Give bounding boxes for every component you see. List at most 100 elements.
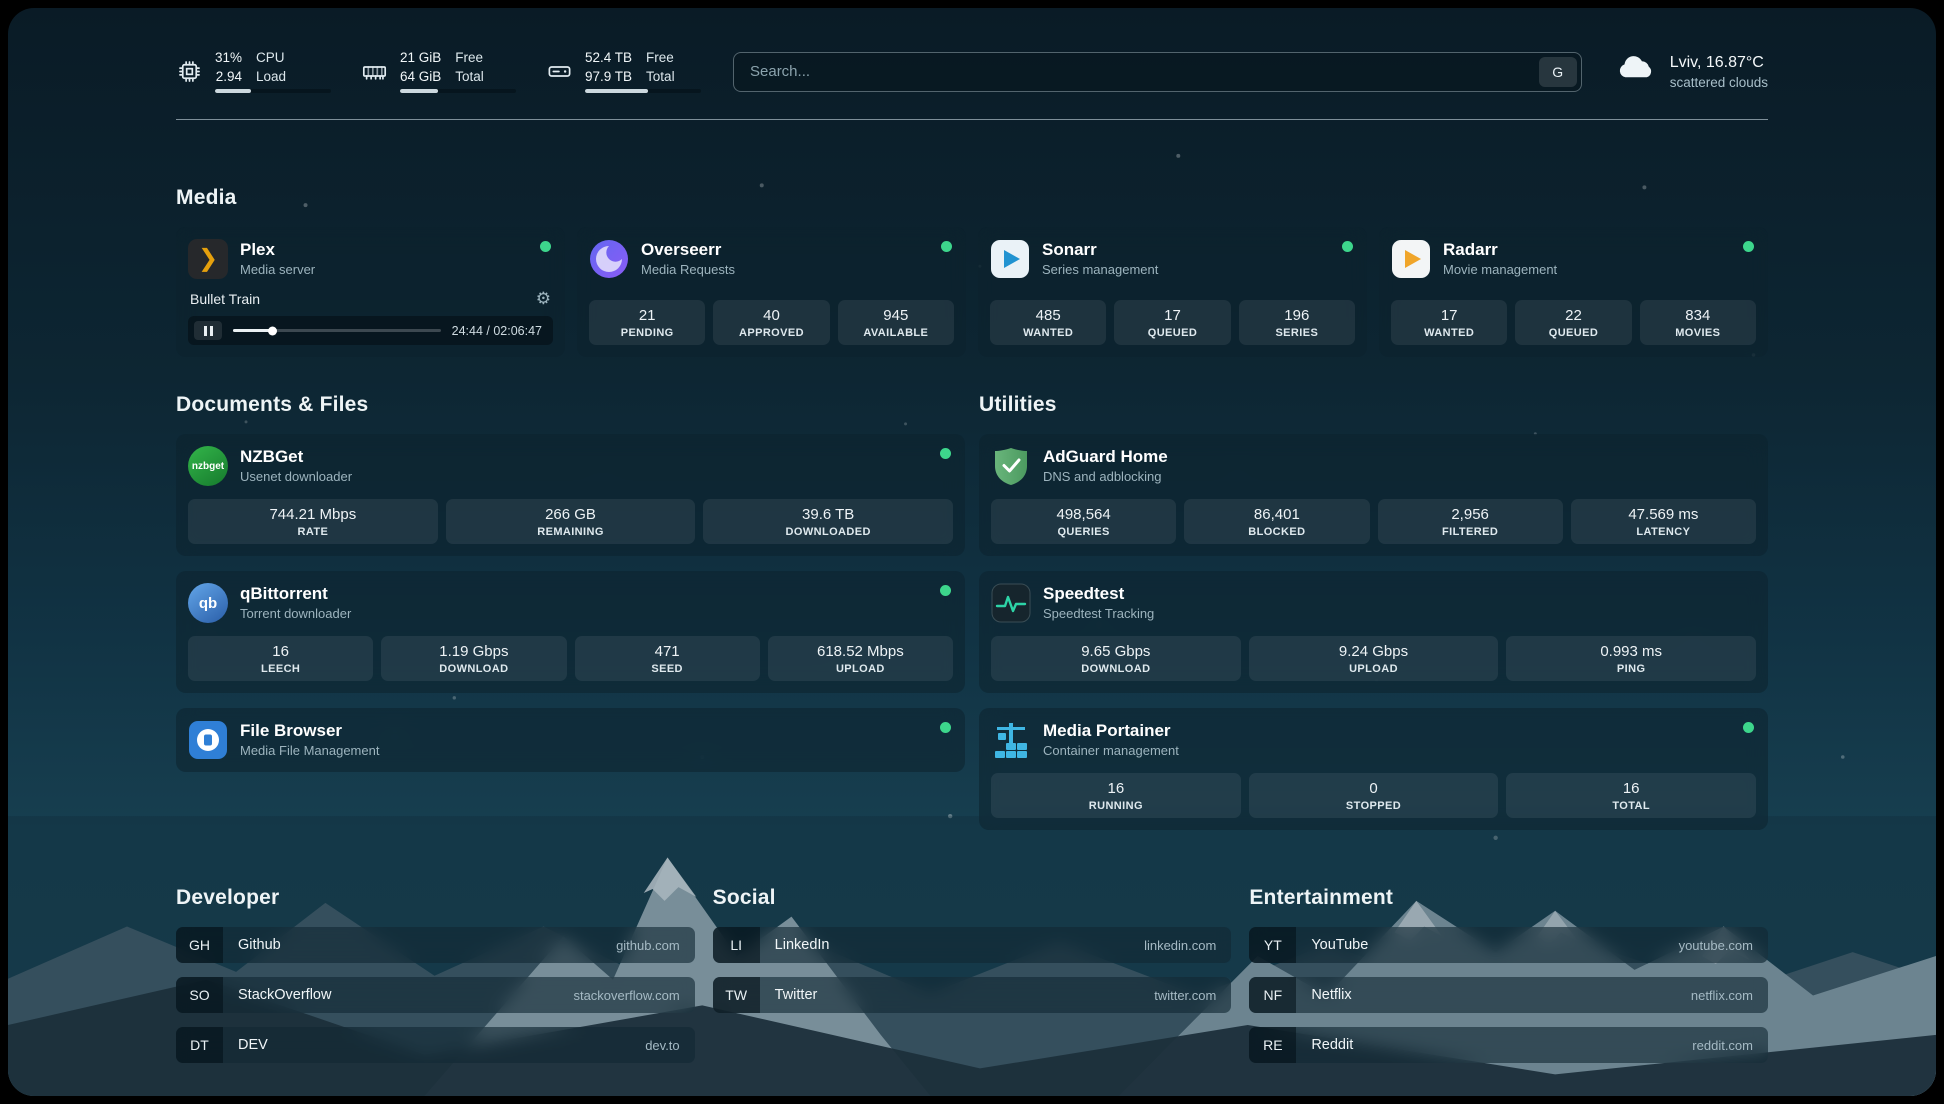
memory-free-value: 21 GiB bbox=[400, 50, 441, 66]
service-desc: Torrent downloader bbox=[240, 606, 351, 621]
cpu-load-value: 2.94 bbox=[216, 69, 242, 85]
service-stats: 17WANTED22QUEUED834MOVIES bbox=[1391, 287, 1756, 345]
pause-button[interactable] bbox=[194, 321, 222, 340]
service-card-overseerr[interactable]: Overseerr Media Requests 21PENDING40APPR… bbox=[577, 227, 966, 357]
stat-label: REMAINING bbox=[450, 526, 692, 538]
section-media: Media ❯ Plex Media server Bullet Train ⚙ bbox=[176, 186, 1768, 357]
stat-box: 40APPROVED bbox=[713, 300, 829, 345]
disk-free-value: 52.4 TB bbox=[585, 50, 632, 66]
service-name: Plex bbox=[240, 241, 315, 260]
service-stats: 21PENDING40APPROVED945AVAILABLE bbox=[589, 287, 954, 345]
stat-value: 485 bbox=[994, 307, 1102, 325]
stat-value: 0.993 ms bbox=[1510, 643, 1752, 661]
cpu-progress-track bbox=[215, 89, 331, 93]
search-provider-button[interactable]: G bbox=[1539, 57, 1577, 87]
bookmark-link[interactable]: TWTwittertwitter.com bbox=[713, 977, 1232, 1013]
service-desc: Series management bbox=[1042, 262, 1158, 277]
service-card-nzbget[interactable]: nzbget NZBGet Usenet downloader 744.21 M… bbox=[176, 434, 965, 556]
stat-box: 39.6 TBDOWNLOADED bbox=[703, 499, 953, 544]
service-desc: Media server bbox=[240, 262, 315, 277]
stat-value: 16 bbox=[1510, 780, 1752, 798]
service-name: Speedtest bbox=[1043, 585, 1154, 604]
disk-free-label: Free bbox=[646, 50, 675, 66]
bookmark-link[interactable]: NFNetflixnetflix.com bbox=[1249, 977, 1768, 1013]
bookmark-link[interactable]: YTYouTubeyoutube.com bbox=[1249, 927, 1768, 963]
stat-value: 16 bbox=[995, 780, 1237, 798]
service-name: AdGuard Home bbox=[1043, 448, 1168, 467]
playback-progress-track[interactable] bbox=[233, 329, 441, 332]
stat-box: 618.52 MbpsUPLOAD bbox=[768, 636, 953, 681]
service-desc: Usenet downloader bbox=[240, 469, 352, 484]
bookmark-link[interactable]: LILinkedInlinkedin.com bbox=[713, 927, 1232, 963]
memory-total-label: Total bbox=[455, 69, 484, 85]
stat-box: 266 GBREMAINING bbox=[446, 499, 696, 544]
status-online-dot bbox=[1743, 722, 1754, 733]
stat-label: TOTAL bbox=[1510, 800, 1752, 812]
playback-progress-handle[interactable] bbox=[268, 326, 277, 335]
speedtest-icon bbox=[991, 583, 1031, 623]
stat-box: 16 TOTAL bbox=[1506, 773, 1756, 818]
cpu-progress-fill bbox=[215, 89, 251, 93]
bookmark-name: DEV bbox=[238, 1037, 645, 1053]
service-card-sonarr[interactable]: Sonarr Series management 485WANTED 17 QUEU… bbox=[978, 227, 1367, 357]
cpu-load-label: Load bbox=[256, 69, 286, 85]
bookmark-list: LILinkedInlinkedin.com TWTwittertwitter.c… bbox=[713, 927, 1232, 1013]
disk-total-value: 97.9 TB bbox=[585, 69, 632, 85]
status-online-dot bbox=[540, 241, 551, 252]
stat-value: 498,564 bbox=[995, 506, 1172, 524]
stat-value: 744.21 Mbps bbox=[192, 506, 434, 524]
stat-label: SERIES bbox=[1243, 327, 1351, 339]
memory-progress-track bbox=[400, 89, 516, 93]
stat-box: 1.19 GbpsDOWNLOAD bbox=[381, 636, 566, 681]
stat-box: 485WANTED bbox=[990, 300, 1106, 345]
status-online-dot bbox=[1743, 241, 1754, 252]
stat-value: 17 bbox=[1118, 307, 1226, 325]
stat-label: LATENCY bbox=[1575, 526, 1752, 538]
service-card-filebrowser[interactable]: File Browser Media File Management bbox=[176, 708, 965, 772]
stat-box: 17WANTED bbox=[1391, 300, 1507, 345]
cpu-widget: 31% 2.94 CPU Load bbox=[176, 50, 331, 93]
status-online-dot bbox=[940, 722, 951, 733]
system-info-widgets: 31% 2.94 CPU Load bbox=[176, 50, 701, 93]
bookmark-link[interactable]: DTDEVdev.to bbox=[176, 1027, 695, 1063]
stat-box: 471SEED bbox=[575, 636, 760, 681]
service-name: Radarr bbox=[1443, 241, 1557, 260]
bookmark-link[interactable]: RERedditreddit.com bbox=[1249, 1027, 1768, 1063]
adguard-icon bbox=[991, 446, 1031, 486]
search-input[interactable] bbox=[733, 52, 1582, 92]
bookmark-url: linkedin.com bbox=[1144, 938, 1216, 953]
bookmark-abbr: DT bbox=[176, 1027, 223, 1063]
search-bar: G bbox=[733, 52, 1582, 92]
stat-box: 744.21 MbpsRATE bbox=[188, 499, 438, 544]
qbittorrent-icon: qb bbox=[188, 583, 228, 623]
service-card-radarr[interactable]: Radarr Movie management 17WANTED22QUEUED… bbox=[1379, 227, 1768, 357]
playback-time: 24:44 / 02:06:47 bbox=[452, 324, 542, 338]
portainer-icon bbox=[991, 720, 1031, 760]
stat-box: 9.24 GbpsUPLOAD bbox=[1249, 636, 1499, 681]
bookmark-group-social: Social LILinkedInlinkedin.comTWTwittertw… bbox=[713, 886, 1232, 1063]
bookmark-url: reddit.com bbox=[1692, 1038, 1753, 1053]
service-card-plex[interactable]: ❯ Plex Media server Bullet Train ⚙ bbox=[176, 227, 565, 357]
service-desc: Media File Management bbox=[240, 743, 379, 758]
weather-location: Lviv, 16.87°C bbox=[1670, 54, 1768, 72]
disk-icon bbox=[546, 58, 573, 85]
service-card-qbittorrent[interactable]: qb qBittorrent Torrent downloader 16LEEC… bbox=[176, 571, 965, 693]
stat-box: 16LEECH bbox=[188, 636, 373, 681]
service-card-speedtest[interactable]: Speedtest Speedtest Tracking 9.65 GbpsDO… bbox=[979, 571, 1768, 693]
stat-value: 834 bbox=[1644, 307, 1752, 325]
stat-value: 47.569 ms bbox=[1575, 506, 1752, 524]
service-card-adguard[interactable]: AdGuard Home DNS and adblocking 498,564Q… bbox=[979, 434, 1768, 556]
service-card-portainer[interactable]: Media Portainer Container management 16R… bbox=[979, 708, 1768, 830]
bookmark-url: twitter.com bbox=[1154, 988, 1216, 1003]
bookmark-link[interactable]: SOStackOverflowstackoverflow.com bbox=[176, 977, 695, 1013]
status-online-dot bbox=[940, 448, 951, 459]
stat-box: 47.569 ms LATENCY bbox=[1571, 499, 1756, 544]
stat-value: 618.52 Mbps bbox=[772, 643, 949, 661]
bookmark-link[interactable]: GHGithubgithub.com bbox=[176, 927, 695, 963]
gear-icon[interactable]: ⚙ bbox=[536, 290, 551, 307]
bookmark-name: Netflix bbox=[1311, 987, 1691, 1003]
stat-value: 22 bbox=[1519, 307, 1627, 325]
stat-label: MOVIES bbox=[1644, 327, 1752, 339]
service-name: Sonarr bbox=[1042, 241, 1158, 260]
stat-label: QUEUED bbox=[1118, 327, 1226, 339]
